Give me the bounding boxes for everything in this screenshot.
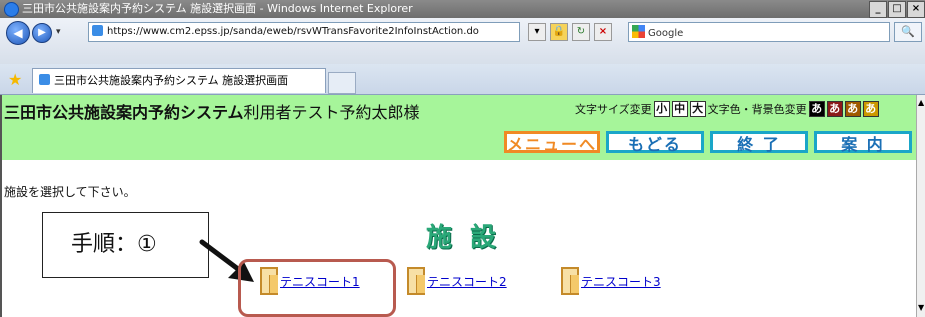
- color-option-brown-button[interactable]: あ: [844, 101, 861, 117]
- page-content: 三田市公共施設案内予約システム利用者テスト予約太郎様 文字サイズ変更 小 中 大…: [0, 95, 916, 317]
- tab-favicon-icon: [39, 74, 50, 85]
- user-greeting: 利用者テスト予約太郎様: [243, 103, 420, 122]
- font-size-large-button[interactable]: 大: [689, 101, 706, 117]
- maximize-button[interactable]: □: [888, 1, 906, 18]
- close-button[interactable]: ×: [907, 1, 925, 18]
- system-title: 三田市公共施設案内予約システム利用者テスト予約太郎様: [4, 99, 420, 123]
- facility-link-tennis-court-2[interactable]: テニスコート2: [427, 273, 507, 290]
- instruction-text: 施設を選択して下さい。: [4, 185, 136, 199]
- step-callout: 手順：①: [42, 212, 209, 278]
- facility-item[interactable]: テニスコート3: [561, 265, 661, 297]
- forward-button[interactable]: ▶: [32, 23, 52, 43]
- color-option-yellow-button[interactable]: あ: [862, 101, 879, 117]
- color-option-black-button[interactable]: あ: [808, 101, 825, 117]
- scroll-up-icon[interactable]: ▲: [918, 98, 924, 107]
- scroll-down-icon[interactable]: ▼: [918, 303, 924, 312]
- page-favicon-icon: [92, 25, 103, 36]
- font-size-medium-button[interactable]: 中: [671, 101, 688, 117]
- display-settings: 文字サイズ変更 小 中 大 文字色・背景色変更 あ あ あ あ: [575, 101, 879, 117]
- new-tab-button[interactable]: [328, 72, 356, 94]
- refresh-icon[interactable]: ↻: [572, 23, 590, 41]
- stop-icon[interactable]: ×: [594, 23, 612, 41]
- lock-icon[interactable]: 🔒: [550, 23, 568, 41]
- address-dropdown-icon[interactable]: ▾: [528, 23, 546, 41]
- google-icon: [632, 25, 645, 38]
- tab-bar: ★ 三田市公共施設案内予約システム 施設選択画面: [0, 64, 925, 95]
- door-icon: [561, 267, 579, 295]
- system-name: 三田市公共施設案内予約システム: [4, 103, 244, 122]
- menu-button[interactable]: メニューへ: [504, 131, 600, 154]
- guide-button[interactable]: 案 内: [814, 131, 912, 154]
- facility-link-tennis-court-3[interactable]: テニスコート3: [581, 273, 661, 290]
- history-dropdown-icon[interactable]: ▾: [56, 27, 61, 37]
- favorites-star-icon[interactable]: ★: [8, 70, 22, 89]
- minimize-button[interactable]: _: [869, 1, 887, 18]
- color-label: 文字色・背景色変更: [707, 103, 807, 116]
- door-icon: [407, 267, 425, 295]
- search-button[interactable]: 🔍: [894, 22, 922, 42]
- vertical-scrollbar[interactable]: ▲ ▼: [916, 95, 925, 317]
- tab-label: 三田市公共施設案内予約システム 施設選択画面: [54, 74, 289, 87]
- facility-heading: 施設: [426, 223, 515, 253]
- font-size-label: 文字サイズ変更: [575, 103, 652, 116]
- step-label: 手順：①: [71, 232, 157, 257]
- back-page-button[interactable]: もどる: [606, 131, 704, 154]
- address-text: https://www.cm2.epss.jp/sanda/eweb/rsvWT…: [107, 26, 479, 37]
- page-header: 三田市公共施設案内予約システム利用者テスト予約太郎様 文字サイズ変更 小 中 大…: [2, 95, 916, 160]
- tab-active[interactable]: 三田市公共施設案内予約システム 施設選択画面: [32, 68, 326, 93]
- font-size-small-button[interactable]: 小: [653, 101, 670, 117]
- search-placeholder: Google: [648, 28, 684, 39]
- navigation-bar: ◀ ▶ ▾ https://www.cm2.epss.jp/sanda/eweb…: [0, 18, 925, 64]
- window-title-bar: 三田市公共施設案内予約システム 施設選択画面 - Windows Interne…: [0, 0, 925, 18]
- color-option-red-button[interactable]: あ: [826, 101, 843, 117]
- search-box[interactable]: Google: [628, 22, 890, 42]
- facility-item[interactable]: テニスコート2: [407, 265, 507, 297]
- window-controls: _ □ ×: [869, 1, 925, 18]
- window-title: 三田市公共施設案内予約システム 施設選択画面 - Windows Interne…: [22, 2, 413, 15]
- back-button[interactable]: ◀: [6, 21, 30, 45]
- address-bar[interactable]: https://www.cm2.epss.jp/sanda/eweb/rsvWT…: [88, 22, 520, 42]
- exit-button[interactable]: 終 了: [710, 131, 808, 154]
- ie-logo-icon: [4, 2, 19, 17]
- highlight-box: [238, 259, 396, 317]
